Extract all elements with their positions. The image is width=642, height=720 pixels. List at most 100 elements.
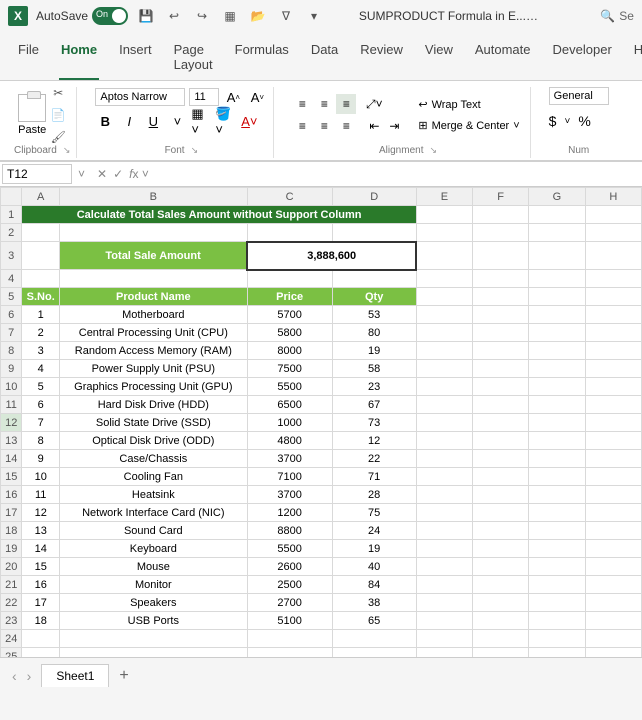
cell[interactable] — [247, 648, 332, 658]
border-icon[interactable]: ▦ ˅ — [191, 111, 211, 131]
data-cell[interactable]: 8800 — [247, 522, 332, 540]
row-header[interactable]: 19 — [1, 540, 22, 558]
data-cell[interactable]: 40 — [332, 558, 416, 576]
paste-button[interactable]: Paste — [18, 94, 46, 136]
fx-icon[interactable]: fx ˅ — [129, 167, 149, 181]
cell[interactable] — [529, 242, 585, 270]
spreadsheet-grid[interactable]: ABCDEFGH1Calculate Total Sales Amount wi… — [0, 187, 642, 657]
row-header[interactable]: 14 — [1, 450, 22, 468]
align-center-icon[interactable]: ≡ — [314, 116, 334, 136]
cell[interactable] — [585, 504, 641, 522]
cell[interactable] — [473, 450, 529, 468]
row-header[interactable]: 22 — [1, 594, 22, 612]
data-cell[interactable]: Speakers — [60, 594, 248, 612]
data-cell[interactable]: Keyboard — [60, 540, 248, 558]
qat-more-icon[interactable]: ▾ — [304, 6, 324, 26]
tab-insert[interactable]: Insert — [117, 36, 154, 80]
cell[interactable] — [585, 242, 641, 270]
tab-data[interactable]: Data — [309, 36, 340, 80]
undo-icon[interactable]: ↩ — [164, 6, 184, 26]
cell[interactable] — [416, 224, 472, 242]
data-cell[interactable]: Mouse — [60, 558, 248, 576]
data-cell[interactable]: 7 — [22, 414, 60, 432]
table-header-cell[interactable]: Qty — [332, 288, 416, 306]
row-header[interactable]: 23 — [1, 612, 22, 630]
cell[interactable] — [585, 396, 641, 414]
total-value-cell[interactable]: 3,888,600 — [247, 242, 416, 270]
dialog-launcher-icon[interactable]: ↘ — [429, 145, 437, 156]
data-cell[interactable]: Monitor — [60, 576, 248, 594]
align-bottom-icon[interactable]: ≡ — [336, 94, 356, 114]
cell[interactable] — [416, 522, 472, 540]
cell[interactable] — [416, 342, 472, 360]
cell[interactable] — [529, 224, 585, 242]
data-cell[interactable]: Graphics Processing Unit (GPU) — [60, 378, 248, 396]
cell[interactable] — [22, 224, 60, 242]
cell[interactable] — [416, 594, 472, 612]
name-box[interactable] — [2, 164, 72, 184]
currency-icon[interactable]: $ — [549, 113, 557, 129]
cell[interactable] — [473, 342, 529, 360]
cell[interactable] — [585, 324, 641, 342]
data-cell[interactable]: 13 — [22, 522, 60, 540]
data-cell[interactable]: 3700 — [247, 486, 332, 504]
search-box[interactable]: 🔍 Se — [600, 9, 634, 23]
row-header[interactable]: 11 — [1, 396, 22, 414]
underline-dropdown-icon[interactable]: ˅ — [167, 111, 187, 131]
cell[interactable] — [473, 414, 529, 432]
cell[interactable] — [529, 576, 585, 594]
cell[interactable] — [585, 486, 641, 504]
grid-icon[interactable]: ▦ — [220, 6, 240, 26]
cell[interactable] — [416, 432, 472, 450]
cell[interactable] — [529, 468, 585, 486]
data-cell[interactable]: 2600 — [247, 558, 332, 576]
tab-view[interactable]: View — [423, 36, 455, 80]
data-cell[interactable]: 53 — [332, 306, 416, 324]
cell[interactable] — [416, 396, 472, 414]
cell[interactable] — [332, 648, 416, 658]
row-header[interactable]: 18 — [1, 522, 22, 540]
decrease-indent-icon[interactable]: ⇤ — [364, 116, 384, 136]
data-cell[interactable]: 2500 — [247, 576, 332, 594]
row-header[interactable]: 25 — [1, 648, 22, 658]
dialog-launcher-icon[interactable]: ↘ — [191, 145, 199, 156]
cell[interactable] — [529, 648, 585, 658]
cell[interactable] — [416, 450, 472, 468]
row-header[interactable]: 21 — [1, 576, 22, 594]
cell[interactable] — [247, 224, 332, 242]
cell[interactable] — [60, 270, 248, 288]
cell[interactable] — [473, 558, 529, 576]
cell[interactable] — [473, 324, 529, 342]
align-middle-icon[interactable]: ≡ — [314, 94, 334, 114]
cell[interactable] — [529, 414, 585, 432]
cell[interactable] — [416, 540, 472, 558]
filter-icon[interactable]: ∇ — [276, 6, 296, 26]
cell[interactable] — [585, 450, 641, 468]
enter-icon[interactable]: ✓ — [113, 167, 123, 181]
data-cell[interactable]: Central Processing Unit (CPU) — [60, 324, 248, 342]
data-cell[interactable]: 67 — [332, 396, 416, 414]
cell[interactable] — [585, 360, 641, 378]
cell[interactable] — [529, 630, 585, 648]
cell[interactable] — [416, 206, 472, 224]
cell[interactable] — [473, 224, 529, 242]
cell[interactable] — [529, 432, 585, 450]
cell[interactable] — [473, 270, 529, 288]
data-cell[interactable]: 84 — [332, 576, 416, 594]
data-cell[interactable]: 11 — [22, 486, 60, 504]
cell[interactable] — [473, 360, 529, 378]
col-header[interactable]: A — [22, 188, 60, 206]
cell[interactable] — [416, 378, 472, 396]
cell[interactable] — [585, 594, 641, 612]
cell[interactable] — [416, 630, 472, 648]
cell[interactable] — [585, 224, 641, 242]
copy-icon[interactable]: 📄 — [50, 107, 66, 123]
namebox-dropdown-icon[interactable]: ˅ — [78, 167, 85, 181]
cell[interactable] — [416, 242, 472, 270]
add-sheet-icon[interactable]: + — [119, 667, 128, 685]
cell[interactable] — [332, 224, 416, 242]
title-cell[interactable]: Calculate Total Sales Amount without Sup… — [22, 206, 416, 224]
row-header[interactable]: 13 — [1, 432, 22, 450]
data-cell[interactable]: 12 — [332, 432, 416, 450]
cell[interactable] — [529, 324, 585, 342]
